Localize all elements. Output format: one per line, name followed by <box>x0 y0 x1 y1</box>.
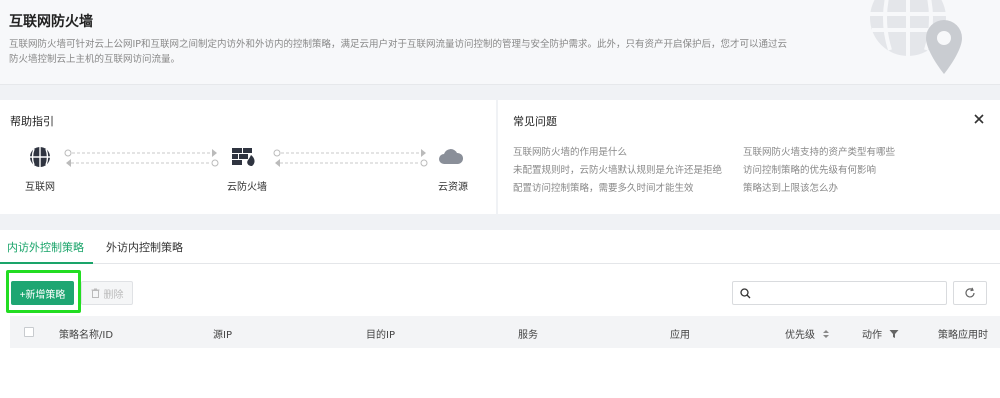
help-guide-panel: 帮助指引 互联网 云防火墙 云资源 <box>0 100 496 214</box>
firewall-icon <box>232 148 255 166</box>
table-header: 策略名称/ID 源IP 目的IP 服务 应用 优先级 动作 策略应用时 <box>10 316 1000 348</box>
node-label-internet: 互联网 <box>25 182 55 193</box>
column-apply-time: 策略应用时 <box>938 330 988 341</box>
filter-icon <box>889 330 899 338</box>
faq-link-default-rule[interactable]: 未配置规则时，云防火墙默认规则是允许还是拒绝 <box>513 162 722 176</box>
add-policy-button[interactable]: +新增策略 <box>11 281 74 305</box>
faq-link-asset-types[interactable]: 互联网防火墙支持的资产类型有哪些 <box>743 144 895 158</box>
faq-panel: 常见问题 互联网防火墙的作用是什么 未配置规则时，云防火墙默认规则是允许还是拒绝… <box>498 100 1000 214</box>
flow-arrow-left-bottom <box>66 159 219 167</box>
refresh-icon <box>965 287 975 298</box>
page-description: 互联网防火墙可针对云上公网IP和互联网之间制定内访外和外访内的控制策略，满足云用… <box>9 39 788 65</box>
globe-icon <box>30 147 50 167</box>
faq-link-limit[interactable]: 策略达到上限该怎么办 <box>743 180 838 194</box>
column-action-label: 动作 <box>862 330 882 341</box>
faq-link-effective-time[interactable]: 配置访问控制策略，需要多久时间才能生效 <box>513 180 694 194</box>
column-policy-name: 策略名称/ID <box>59 330 114 341</box>
cloud-icon <box>439 149 464 164</box>
faq-link-purpose[interactable]: 互联网防火墙的作用是什么 <box>513 144 627 158</box>
tab-outbound-policy[interactable]: 内访外控制策略 <box>7 239 84 255</box>
refresh-button[interactable] <box>953 281 987 305</box>
page-header: 互联网防火墙 互联网防火墙可针对云上公网IP和互联网之间制定内访外和外访内的控制… <box>0 0 1000 85</box>
faq-link-priority[interactable]: 访问控制策略的优先级有何影响 <box>743 162 876 176</box>
active-tab-indicator <box>0 262 93 264</box>
sort-icon <box>823 330 830 338</box>
trash-icon <box>91 288 99 298</box>
column-priority[interactable]: 优先级 <box>785 326 830 341</box>
search-input[interactable] <box>755 285 940 301</box>
policy-main-area: 内访外控制策略 外访内控制策略 +新增策略 删除 策略名称/ID 源IP 目的I… <box>0 230 1000 398</box>
search-box <box>732 281 947 305</box>
search-icon <box>740 288 751 299</box>
column-application: 应用 <box>670 330 690 341</box>
flow-arrow-left-bottom-2 <box>275 159 428 167</box>
globe-location-illustration-icon <box>870 0 962 74</box>
node-label-firewall: 云防火墙 <box>227 182 267 193</box>
policy-tabs: 内访外控制策略 外访内控制策略 <box>0 230 1000 264</box>
column-action[interactable]: 动作 <box>862 326 899 341</box>
close-icon[interactable] <box>972 112 986 126</box>
column-service: 服务 <box>518 330 538 341</box>
delete-button-label: 删除 <box>103 289 124 301</box>
delete-button[interactable]: 删除 <box>81 281 133 305</box>
faq-title: 常见问题 <box>513 115 557 128</box>
column-source-ip: 源IP <box>213 330 232 341</box>
column-priority-label: 优先级 <box>785 330 815 341</box>
select-all-checkbox[interactable] <box>24 327 34 337</box>
column-dest-ip: 目的IP <box>366 330 395 341</box>
page-title: 互联网防火墙 <box>9 14 93 30</box>
tab-inbound-policy[interactable]: 外访内控制策略 <box>106 239 183 255</box>
page: 互联网防火墙 互联网防火墙可针对云上公网IP和互联网之间制定内访外和外访内的控制… <box>0 0 1000 398</box>
help-guide-title: 帮助指引 <box>10 115 54 128</box>
node-label-cloud: 云资源 <box>438 182 468 193</box>
